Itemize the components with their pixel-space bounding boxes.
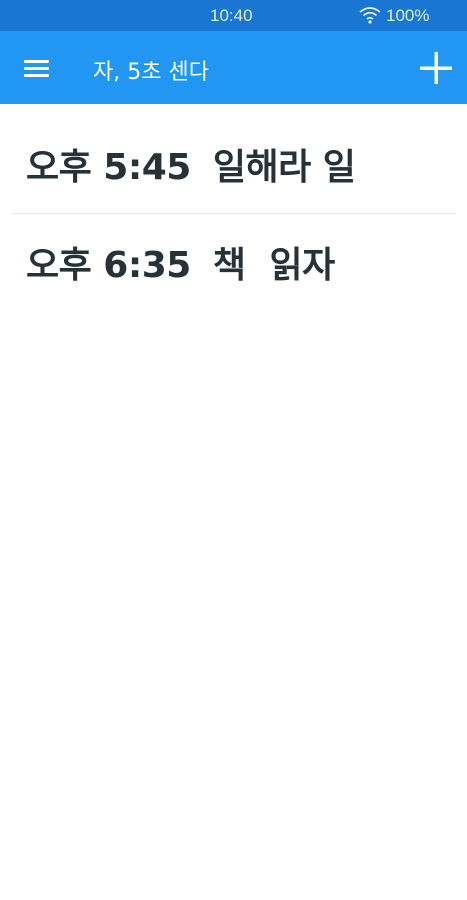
status-time: 10:40 (210, 6, 253, 25)
list-item[interactable]: 오후 5:45 일해라 일 (0, 104, 467, 214)
alarm-list: 오후 5:45 일해라 일 오후 6:35 책 읽자 (0, 104, 467, 294)
list-item-time: 오후 6:35 (26, 245, 191, 286)
wifi-icon (359, 7, 381, 24)
list-item-time: 오후 5:45 (26, 147, 191, 188)
list-item-title: 책 읽자 (212, 245, 335, 286)
app-title: 자, 5초 센다 (93, 60, 209, 85)
menu-icon[interactable] (24, 58, 49, 78)
list-item-text: 오후 6:35 책 읽자 (26, 236, 335, 288)
list-item[interactable]: 오후 6:35 책 읽자 (0, 214, 467, 294)
battery-percentage: 100% (386, 6, 430, 25)
app-bar: 자, 5초 센다 (0, 31, 467, 104)
list-item-title: 일해라 일 (212, 147, 356, 188)
add-icon[interactable] (419, 51, 453, 85)
status-bar: 10:40 100% (0, 0, 467, 31)
list-item-text: 오후 5:45 일해라 일 (26, 138, 356, 190)
